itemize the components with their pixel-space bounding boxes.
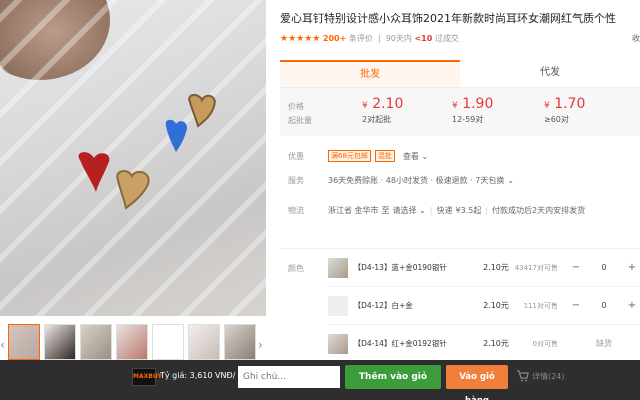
decrement-button[interactable]: − — [568, 300, 584, 311]
quantity-stepper: − + — [568, 298, 640, 313]
tier-qty: 2对起批 — [362, 115, 392, 124]
maxbuy-logo: MAXBUY — [132, 368, 162, 386]
chevron-down-icon[interactable]: ⌄ — [507, 176, 514, 185]
logistics-label: 物流 — [288, 206, 304, 215]
sku-price: 2.10元 — [483, 301, 509, 310]
color-label: 颜色 — [288, 264, 304, 273]
sku-row-2: 【D4-12】白+金 2.10元 111对可售 − + — [328, 287, 640, 325]
service-text[interactable]: 36天免费赊账 · 48小时发货 · 极速退款 · 7天包换 — [328, 175, 504, 186]
sku-price: 2.10元 — [483, 339, 509, 348]
rating-row: ★★★★★ 200+ 条评价 | 90天内 <10 过成交 — [280, 34, 459, 44]
cart-icon[interactable] — [516, 369, 530, 383]
main-product-photo[interactable] — [0, 0, 266, 316]
sku-row-1: 【D4-13】蓝+金0190银针 2.10元 43417对可售 − + — [328, 249, 640, 287]
thumbnail-3[interactable] — [80, 324, 112, 360]
sku-row-3: 【D4-14】红+金0192银针 2.10元 0对可售 缺货 — [328, 325, 640, 363]
origin-location: 浙江省 金华市 — [328, 206, 379, 215]
product-info-panel: 爱心耳钉特别设计感小众耳饰2021年新款时尚耳环女潮网红气质个性 ★★★★★ 2… — [280, 0, 640, 400]
out-of-stock-status: 缺货 — [568, 338, 640, 349]
thumbnail-5[interactable] — [152, 324, 184, 360]
sales-count: <10 — [414, 34, 433, 43]
sku-price: 2.10元 — [483, 263, 509, 272]
sku-name: 【D4-14】红+金0192银针 — [353, 339, 447, 348]
thumbnail-strip — [0, 322, 266, 362]
price-labels: 价格 起批量 — [288, 100, 312, 128]
tier-qty: 12-59对 — [452, 115, 484, 124]
price-tier-1: ¥ 2.10 2对起批 — [362, 96, 404, 124]
view-promo-link[interactable]: 查看 ⌄ — [403, 151, 428, 162]
purchase-tabs: 批发 代发 — [280, 60, 640, 88]
logistics-row: 物流 浙江省 金华市 至 请选择 ⌄ | 快递 ¥3.5起 | 付款成功后2天内… — [288, 205, 586, 216]
sku-name: 【D4-12】白+金 — [353, 301, 413, 310]
gold-heart-earring-small-icon — [188, 94, 216, 128]
thumbnail-4[interactable] — [116, 324, 148, 360]
express-label: 快递 — [436, 206, 453, 215]
price-tier-3: ¥ 1.70 ≥60对 — [544, 96, 586, 124]
go-to-cart-button[interactable]: Vào giỏ hàng — [446, 365, 508, 400]
quantity-stepper: − + — [568, 260, 640, 275]
note-input[interactable] — [238, 366, 340, 388]
out-of-stock-label: 缺货 — [596, 339, 612, 348]
sku-thumbnail[interactable] — [328, 333, 348, 354]
tier-price: 1.90 — [462, 96, 494, 112]
sales-label: 过成交 — [434, 34, 459, 43]
price-box: 价格 起批量 ¥ 2.10 2对起批 ¥ 1.90 12-59对 ¥ 1.70 … — [280, 88, 640, 136]
exchange-rate: Tỷ giá: 3,610 VNĐ/ ¥ — [160, 371, 244, 380]
decrement-button[interactable]: − — [568, 262, 584, 273]
cart-count[interactable]: 详情(24) — [532, 371, 564, 382]
sku-stock: 43417对可售 — [514, 263, 558, 272]
favorite-link[interactable]: 收 — [632, 33, 640, 44]
thumb-next-icon[interactable]: › — [258, 338, 263, 352]
mixed-batch-badge: 混批 — [374, 150, 395, 162]
thumbnail-2[interactable] — [44, 324, 76, 360]
tier-qty: ≥60对 — [544, 115, 569, 124]
sku-stock: 0对可售 — [532, 339, 558, 348]
sku-stock: 111对可售 — [523, 301, 558, 310]
sku-thumbnail[interactable] — [328, 257, 348, 278]
light-shadow-pattern — [0, 0, 266, 316]
to-label: 至 — [381, 206, 390, 215]
quantity-input[interactable] — [584, 298, 624, 313]
thumbnail-6[interactable] — [188, 324, 220, 360]
image-gallery: ‹ › — [0, 0, 268, 400]
destination-select[interactable]: 请选择 ⌄ — [393, 205, 426, 216]
rating-stars-icon: ★★★★★ — [280, 34, 321, 44]
price-label: 价格 — [288, 102, 304, 111]
tab-wholesale[interactable]: 批发 — [280, 60, 460, 87]
tier-price: 1.70 — [554, 96, 586, 112]
add-to-cart-button[interactable]: Thêm vào giỏ — [345, 365, 441, 389]
sku-thumbnail[interactable] — [328, 295, 348, 316]
quantity-input[interactable] — [584, 260, 624, 275]
gold-heart-earring-icon — [116, 170, 150, 210]
increment-button[interactable]: + — [624, 300, 640, 311]
free-shipping-badge: 满68元包邮 — [328, 150, 371, 162]
dispatch-note: 付款成功后2天内安排发货 — [492, 206, 586, 215]
promo-label: 优惠 — [288, 151, 304, 161]
product-title: 爱心耳钉特别设计感小众耳饰2021年新款时尚耳环女潮网红气质个性 — [280, 12, 616, 25]
thumbnail-1[interactable] — [8, 324, 40, 360]
reviews-label: 条评价 — [348, 34, 373, 43]
increment-button[interactable]: + — [624, 262, 640, 273]
sku-section: 颜色 【D4-13】蓝+金0190银针 2.10元 43417对可售 − + 【… — [280, 248, 640, 363]
price-tier-2: ¥ 1.90 12-59对 — [452, 96, 494, 124]
tier-price: 2.10 — [372, 96, 404, 112]
promo-row: 优惠 满68元包邮 混批 查看 ⌄ — [288, 150, 428, 162]
express-price: ¥3.5起 — [455, 206, 482, 215]
service-row: 服务 36天免费赊账 · 48小时发货 · 极速退款 · 7天包换 ⌄ — [288, 175, 514, 186]
sku-name: 【D4-13】蓝+金0190银针 — [353, 263, 447, 272]
thumbnail-7[interactable] — [224, 324, 256, 360]
reviews-count[interactable]: 200+ — [323, 34, 346, 43]
service-label: 服务 — [288, 176, 304, 185]
sales-prefix: 90天内 — [385, 34, 412, 43]
tab-dropship[interactable]: 代发 — [460, 60, 640, 87]
moq-label: 起批量 — [288, 116, 312, 125]
